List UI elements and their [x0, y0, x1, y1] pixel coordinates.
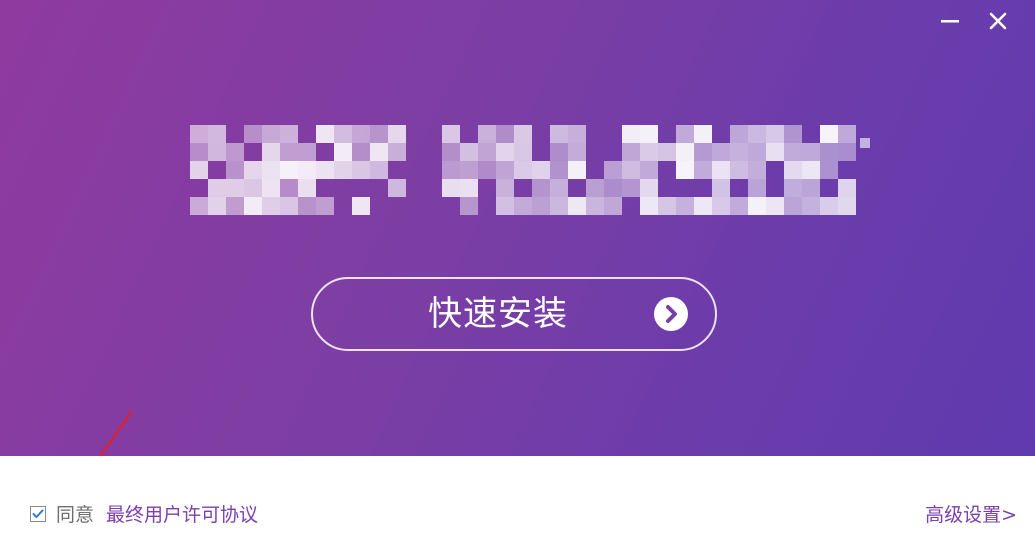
minimize-button[interactable]: [935, 6, 965, 36]
hero-banner: 快速安装: [0, 0, 1035, 456]
eula-link[interactable]: 最终用户许可协议: [106, 503, 258, 527]
minimize-icon: [941, 20, 959, 23]
product-logo: [190, 125, 870, 215]
agree-checkbox[interactable]: [30, 506, 46, 522]
close-icon: [989, 12, 1007, 30]
chevron-right-circle-icon: [654, 297, 688, 331]
close-button[interactable]: [983, 6, 1013, 36]
advanced-settings-link[interactable]: 高级设置>: [925, 503, 1017, 527]
installer-window: 快速安装 同意 最终用户许可协议 高级设置>: [0, 0, 1035, 549]
footer-bar: 同意 最终用户许可协议 高级设置>: [0, 456, 1035, 549]
quick-install-button[interactable]: 快速安装: [311, 277, 717, 351]
quick-install-label: 快速安装: [428, 294, 568, 334]
checkmark-icon: [32, 509, 44, 518]
agree-label: 同意: [56, 504, 95, 526]
